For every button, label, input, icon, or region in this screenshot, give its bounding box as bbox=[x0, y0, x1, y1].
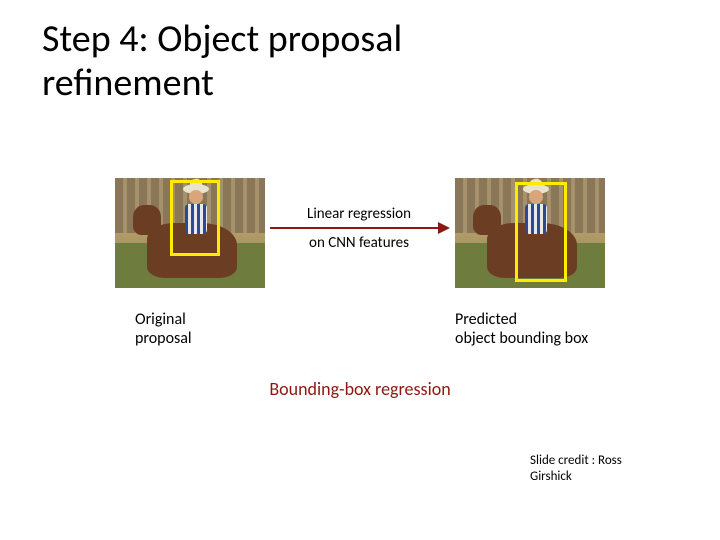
original-proposal-image bbox=[115, 178, 265, 288]
credit-line-1: Slide credit : Ross bbox=[530, 453, 622, 468]
title-line-2: refinement bbox=[42, 60, 214, 106]
slide-credit: Slide credit : Ross Girshick bbox=[530, 453, 680, 486]
original-bbox bbox=[170, 180, 220, 256]
arrow-icon bbox=[270, 227, 448, 229]
caption-original-line-1: Original bbox=[135, 310, 186, 329]
predicted-bbox bbox=[515, 182, 567, 282]
regression-arrow-group: Linear regression on CNN features bbox=[270, 206, 448, 262]
arrow-label-top: Linear regression bbox=[270, 206, 448, 223]
caption-predicted-line-2: object bounding box bbox=[455, 329, 588, 348]
credit-line-2: Girshick bbox=[530, 469, 572, 484]
slide-title: Step 4: Object proposal refinement bbox=[42, 18, 402, 105]
title-line-1: Step 4: Object proposal bbox=[42, 16, 402, 62]
predicted-proposal-image bbox=[455, 178, 605, 288]
caption-original-line-2: proposal bbox=[135, 329, 192, 348]
arrow-label-bottom: on CNN features bbox=[270, 235, 448, 252]
caption-predicted-line-1: Predicted bbox=[455, 310, 517, 329]
caption-predicted: Predicted object bounding box bbox=[455, 310, 588, 348]
caption-original: Original proposal bbox=[135, 310, 192, 348]
bounding-box-regression-label: Bounding-box regression bbox=[0, 378, 720, 400]
